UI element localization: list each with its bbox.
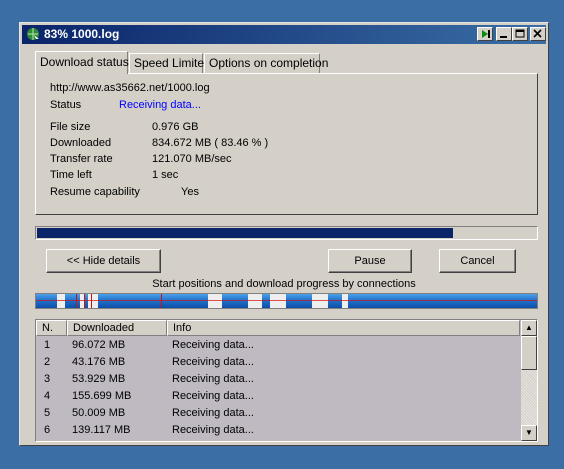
list-item[interactable]: 4 155.699 MB Receiving data...: [36, 388, 520, 405]
download-progress-bar: [35, 226, 538, 240]
row-info: Receiving data...: [172, 373, 254, 385]
transfer-rate-label: Transfer rate: [50, 153, 113, 165]
file-size-value: 0.976 GB: [152, 121, 199, 133]
download-status-panel: http://www.as35662.net/1000.log Status R…: [35, 73, 538, 215]
status-label: Status: [50, 99, 82, 111]
row-info: Receiving data...: [172, 407, 254, 419]
scroll-down-icon[interactable]: ▼: [521, 425, 537, 441]
close-button[interactable]: [530, 27, 546, 41]
scroll-up-icon[interactable]: ▲: [521, 320, 537, 336]
tab-speed-limiter[interactable]: Speed Limiter: [129, 53, 208, 73]
connection-start-marker: [161, 294, 162, 308]
connection-segment: [248, 294, 262, 308]
row-info: Receiving data...: [172, 339, 254, 351]
connection-segment: [312, 294, 328, 308]
connections-caption: Start positions and download progress by…: [152, 278, 416, 290]
connection-segment: [342, 294, 348, 308]
row-number: 4: [44, 390, 51, 402]
hide-details-button[interactable]: << Hide details: [46, 249, 161, 273]
connection-segment: [88, 294, 98, 308]
status-value: Receiving data...: [119, 99, 201, 111]
time-left-label: Time left: [50, 169, 92, 181]
column-header-number[interactable]: N.: [36, 320, 67, 336]
row-downloaded: 43.176 MB: [72, 356, 126, 368]
column-header-downloaded[interactable]: Downloaded: [67, 320, 167, 336]
list-item[interactable]: 5 50.009 MB Receiving data...: [36, 405, 520, 422]
row-downloaded: 155.699 MB: [72, 390, 132, 402]
scroll-thumb[interactable]: [521, 336, 537, 370]
downloaded-label: Downloaded: [50, 137, 112, 149]
connection-segment: [270, 294, 286, 308]
row-info: Receiving data...: [172, 390, 254, 402]
column-header-info[interactable]: Info: [167, 320, 520, 336]
row-number: 2: [44, 356, 51, 368]
resume-capability-label: Resume capability: [50, 186, 140, 198]
window-title: 83% 1000.log: [44, 27, 120, 41]
connection-segment: [57, 294, 65, 308]
row-info: Receiving data...: [172, 356, 254, 368]
tab-options-on-completion[interactable]: Options on completion: [204, 53, 328, 73]
downloaded-value: 834.672 MB ( 83.46 % ): [152, 137, 269, 149]
connection-start-marker: [91, 294, 92, 308]
minimize-button[interactable]: [496, 27, 512, 41]
connections-start-line: [36, 300, 537, 301]
maximize-button[interactable]: [512, 27, 528, 41]
row-downloaded: 50.009 MB: [72, 407, 126, 419]
download-window: 83% 1000.log Download status Speed Limit…: [19, 22, 549, 446]
row-downloaded: 96.072 MB: [72, 339, 126, 351]
title-bar[interactable]: 83% 1000.log: [22, 25, 546, 44]
row-downloaded: 53.929 MB: [72, 373, 126, 385]
row-info: Receiving data...: [172, 424, 254, 436]
connection-segment: [208, 294, 222, 308]
cancel-button[interactable]: Cancel: [439, 249, 516, 273]
time-left-value: 1 sec: [152, 169, 179, 181]
download-globe-icon: [27, 28, 39, 40]
download-url: http://www.as35662.net/1000.log: [50, 82, 210, 94]
transfer-rate-value: 121.070 MB/sec: [152, 153, 232, 165]
connection-start-marker: [76, 294, 77, 308]
list-item[interactable]: 2 43.176 MB Receiving data...: [36, 354, 520, 371]
progress-fill: [37, 228, 453, 238]
row-number: 5: [44, 407, 51, 419]
row-downloaded: 139.117 MB: [72, 424, 131, 436]
tab-download-status[interactable]: Download status: [35, 51, 129, 74]
connections-progress-bar: [35, 293, 538, 309]
file-size-label: File size: [50, 121, 91, 133]
pause-button[interactable]: Pause: [328, 249, 412, 273]
list-scrollbar[interactable]: ▲ ▼: [521, 320, 537, 441]
list-item[interactable]: 3 53.929 MB Receiving data...: [36, 371, 520, 388]
list-item[interactable]: 6 139.117 MB Receiving data...: [36, 422, 520, 439]
connections-list: N. Downloaded Info 1 96.072 MB Receiving…: [35, 319, 538, 442]
row-number: 1: [44, 339, 51, 351]
row-number: 3: [44, 373, 51, 385]
list-item[interactable]: 1 96.072 MB Receiving data...: [36, 337, 520, 354]
resume-capability-value: Yes: [181, 186, 199, 198]
connection-start-marker: [84, 294, 85, 308]
row-number: 6: [44, 424, 51, 436]
play-icon[interactable]: [477, 27, 493, 41]
